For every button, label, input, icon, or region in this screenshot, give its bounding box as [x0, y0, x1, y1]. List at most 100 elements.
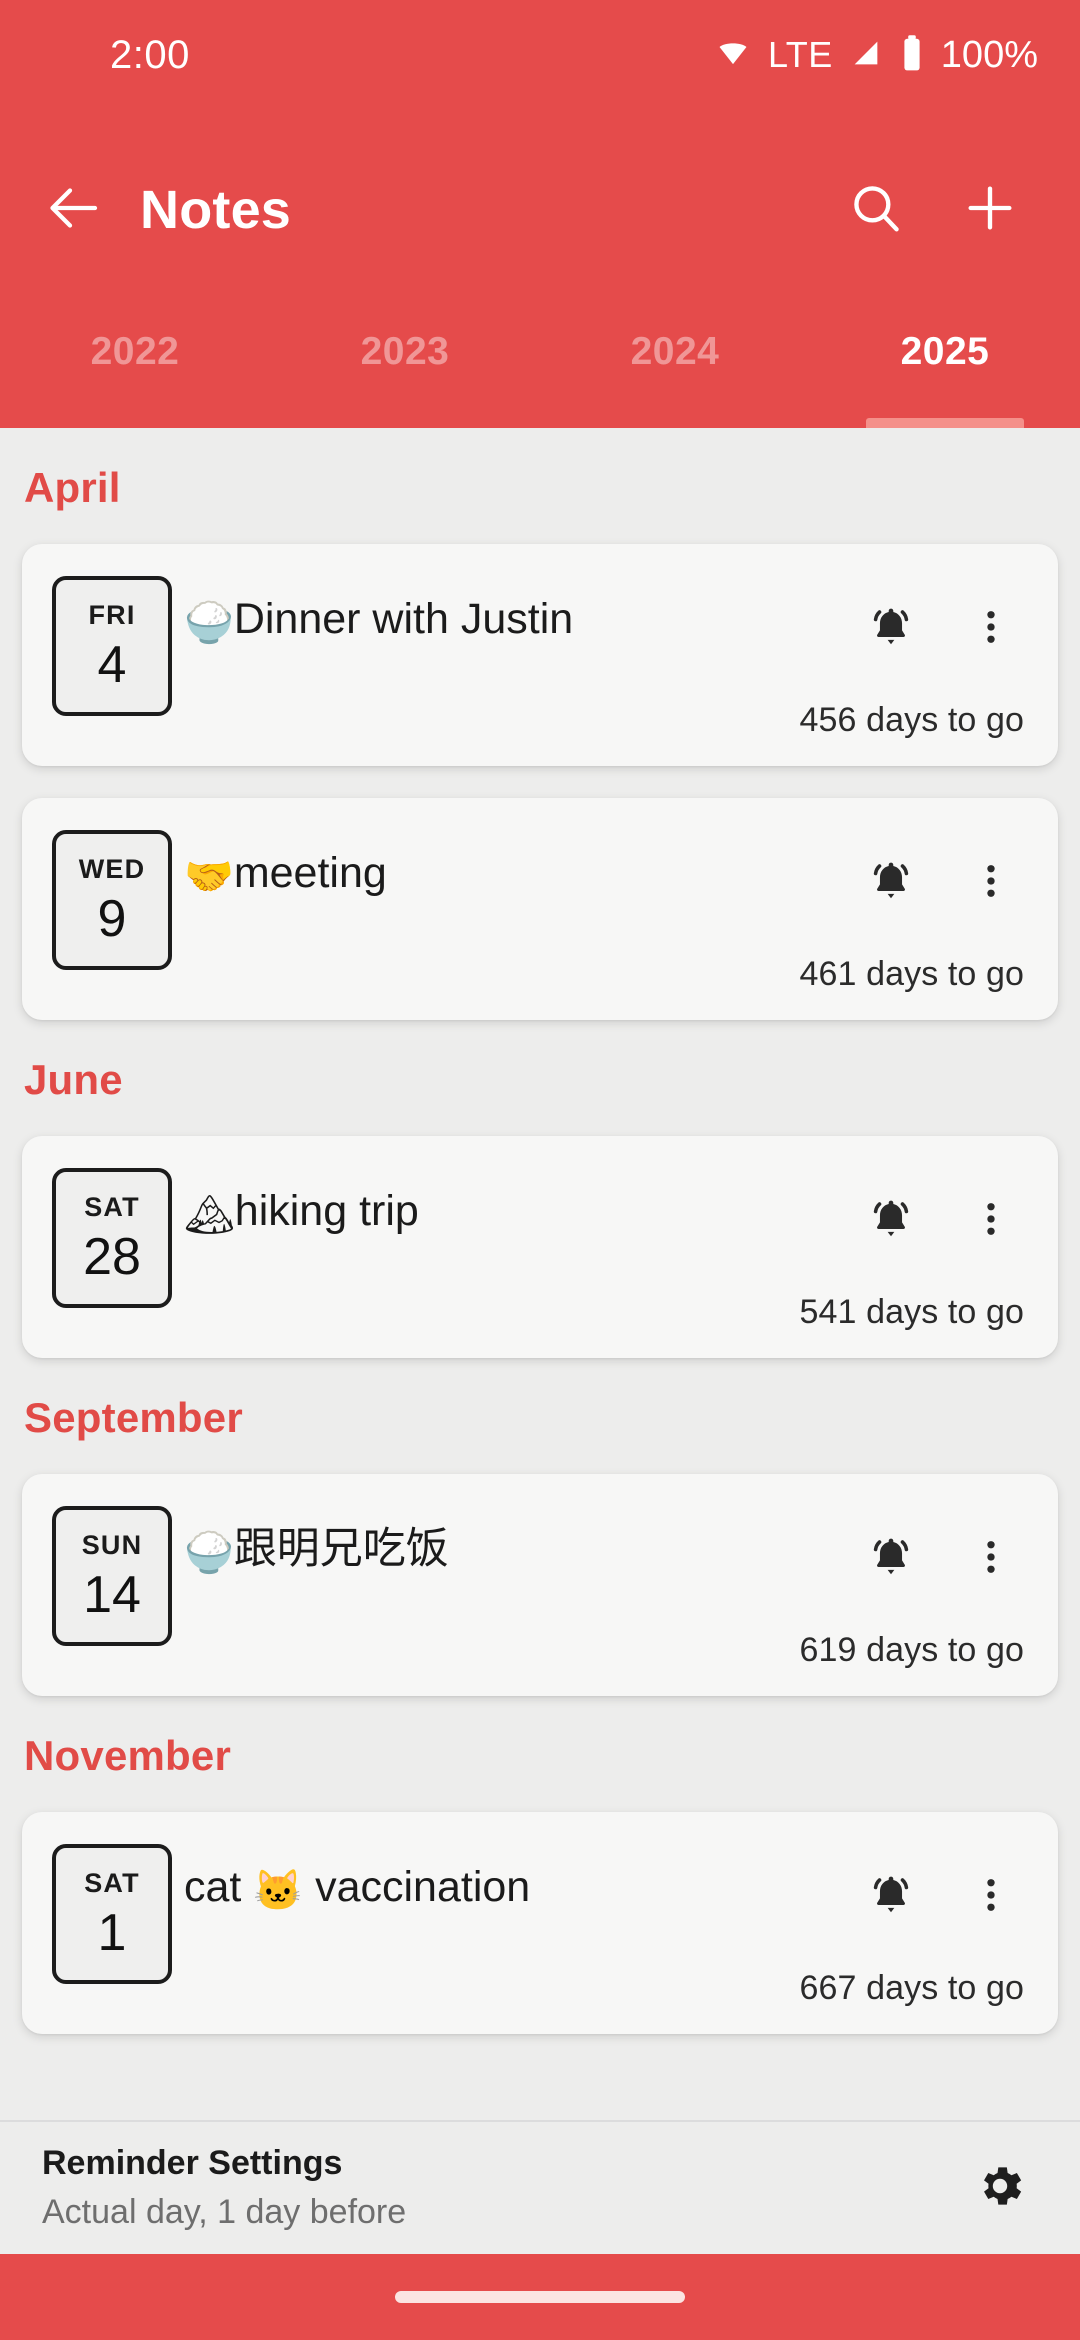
date-badge: WED 9	[52, 830, 172, 970]
note-title: 🍚Dinner with Justin	[184, 594, 858, 647]
note-title-text: meeting	[233, 849, 387, 897]
tab-2023[interactable]: 2023	[270, 310, 540, 428]
status-indicators: LTE 100%	[714, 34, 1038, 77]
note-card-actions	[858, 1188, 1024, 1254]
date-badge: FRI 4	[52, 576, 172, 716]
note-title-text: hiking trip	[234, 1187, 419, 1235]
back-button[interactable]	[36, 171, 114, 249]
reminder-toggle-button[interactable]	[858, 1864, 924, 1930]
days-to-go-label: 619 days to go	[799, 1631, 1024, 1669]
status-bar: 2:00 LTE 100%	[0, 0, 1080, 110]
page-title: Notes	[140, 180, 292, 240]
note-title: 🍚跟明兄吃饭	[184, 1524, 858, 1577]
alarm-bell-icon	[866, 602, 916, 657]
reminder-toggle-button[interactable]	[858, 596, 924, 662]
wifi-icon	[714, 34, 752, 77]
note-card[interactable]: SAT 1 cat 🐱 vaccination 667 days to go	[22, 1812, 1058, 2034]
note-card-actions	[858, 1864, 1024, 1930]
app-bar-actions	[840, 174, 1026, 246]
days-to-go-label: 541 days to go	[799, 1293, 1024, 1331]
date-badge: SUN 14	[52, 1506, 172, 1646]
tab-label: 2022	[90, 330, 180, 373]
note-card[interactable]: SUN 14 🍚跟明兄吃饭 619 days to go	[22, 1474, 1058, 1696]
note-overflow-menu-button[interactable]	[958, 850, 1024, 916]
note-title-text: Dinner with Justin	[233, 595, 574, 643]
note-card[interactable]: WED 9 🤝meeting 461 days to go	[22, 798, 1058, 1020]
reminder-toggle-button[interactable]	[858, 850, 924, 916]
home-indicator[interactable]	[395, 2291, 685, 2303]
date-day: 4	[97, 635, 127, 694]
back-arrow-icon	[45, 178, 105, 243]
date-weekday: FRI	[88, 599, 136, 630]
rice-bowl-icon: 🍚	[184, 1531, 234, 1575]
date-day: 28	[83, 1227, 141, 1286]
rice-bowl-icon: 🍚	[184, 601, 234, 645]
cellular-signal-icon	[849, 36, 883, 75]
handshake-icon: 🤝	[184, 855, 234, 899]
search-button[interactable]	[840, 174, 912, 246]
gear-icon	[973, 2159, 1027, 2218]
network-type-label: LTE	[767, 34, 833, 75]
reminder-settings-button[interactable]	[962, 2150, 1038, 2226]
tab-label: 2025	[900, 330, 990, 373]
more-vertical-icon	[970, 1536, 1012, 1583]
note-title: 🤝meeting	[184, 848, 858, 901]
tab-2024[interactable]: 2024	[540, 310, 810, 428]
reminder-toggle-button[interactable]	[858, 1526, 924, 1592]
date-weekday: WED	[78, 853, 146, 884]
cat-face-icon: 🐱	[253, 1869, 304, 1913]
tab-label: 2023	[360, 330, 450, 373]
note-title-suffix: vaccination	[303, 1863, 531, 1911]
reminder-settings-subtitle: Actual day, 1 day before	[42, 2193, 407, 2231]
alarm-bell-icon	[866, 856, 916, 911]
note-title: cat 🐱 vaccination	[184, 1862, 858, 1915]
reminder-settings-texts: Reminder Settings Actual day, 1 day befo…	[42, 2144, 406, 2232]
date-weekday: SUN	[81, 1529, 143, 1560]
tab-2022[interactable]: 2022	[0, 310, 270, 428]
note-overflow-menu-button[interactable]	[958, 1864, 1024, 1930]
month-header: April	[24, 464, 121, 511]
days-to-go-label: 667 days to go	[799, 1969, 1024, 2007]
note-card-top: SUN 14 🍚跟明兄吃饭	[22, 1474, 1058, 1646]
date-day: 14	[83, 1565, 141, 1624]
more-vertical-icon	[970, 860, 1012, 907]
year-tabs: 2022 2023 2024 2025	[0, 310, 1080, 428]
reminder-settings-bar[interactable]: Reminder Settings Actual day, 1 day befo…	[0, 2120, 1080, 2254]
date-badge: SAT 28	[52, 1168, 172, 1308]
status-clock: 2:00	[110, 32, 190, 77]
note-card-actions	[858, 1526, 1024, 1592]
note-overflow-menu-button[interactable]	[958, 596, 1024, 662]
note-card-top: SAT 1 cat 🐱 vaccination	[22, 1812, 1058, 1984]
month-header: November	[24, 1732, 232, 1779]
notes-list[interactable]: April FRI 4 🍚Dinner with Justin 456 days…	[0, 428, 1080, 2134]
note-card-top: FRI 4 🍚Dinner with Justin	[22, 544, 1058, 716]
more-vertical-icon	[970, 606, 1012, 653]
reminder-settings-title: Reminder Settings	[42, 2144, 343, 2182]
note-overflow-menu-button[interactable]	[958, 1188, 1024, 1254]
battery-percent-label: 100%	[940, 33, 1038, 76]
date-day: 1	[97, 1903, 127, 1962]
reminder-toggle-button[interactable]	[858, 1188, 924, 1254]
app-bar: Notes	[0, 110, 1080, 310]
month-header: September	[24, 1394, 243, 1441]
system-navigation-bar	[0, 2254, 1080, 2340]
add-note-button[interactable]	[954, 174, 1026, 246]
note-card[interactable]: FRI 4 🍚Dinner with Justin 456 days to go	[22, 544, 1058, 766]
days-to-go-label: 461 days to go	[799, 955, 1024, 993]
note-card[interactable]: SAT 28 🏔hiking trip 541 days to go	[22, 1136, 1058, 1358]
date-weekday: SAT	[84, 1191, 140, 1222]
alarm-bell-icon	[866, 1532, 916, 1587]
alarm-bell-icon	[866, 1194, 916, 1249]
note-title: 🏔hiking trip	[184, 1186, 858, 1239]
more-vertical-icon	[970, 1874, 1012, 1921]
app-screen: 2:00 LTE 100% Notes 2022 2023 2024 2025 …	[0, 0, 1080, 2340]
month-header: June	[24, 1056, 123, 1103]
plus-icon	[961, 179, 1019, 242]
tab-label: 2024	[630, 330, 720, 373]
tab-2025[interactable]: 2025	[810, 310, 1080, 428]
note-overflow-menu-button[interactable]	[958, 1526, 1024, 1592]
note-card-actions	[858, 596, 1024, 662]
alarm-bell-icon	[866, 1870, 916, 1925]
date-badge: SAT 1	[52, 1844, 172, 1984]
date-weekday: SAT	[84, 1867, 140, 1898]
